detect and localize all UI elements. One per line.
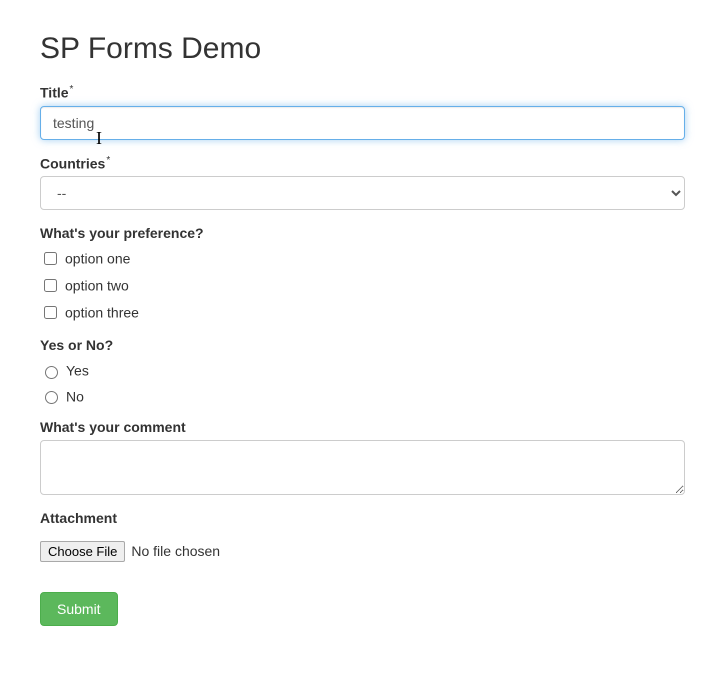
- preference-option-two-label: option two: [65, 278, 129, 294]
- title-label: Title*: [40, 84, 685, 101]
- form-container: SP Forms Demo Title* I Countries* -- Wha…: [0, 0, 725, 646]
- preference-checkbox-three[interactable]: [44, 306, 57, 319]
- file-status-text: No file chosen: [131, 543, 220, 559]
- preference-option-three[interactable]: option three: [40, 303, 685, 322]
- title-input[interactable]: [40, 106, 685, 140]
- preference-checkbox-two[interactable]: [44, 279, 57, 292]
- yesno-label: Yes or No?: [40, 337, 685, 353]
- yesno-radio-yes[interactable]: [45, 366, 58, 379]
- countries-select[interactable]: --: [40, 176, 685, 210]
- preference-option-one-label: option one: [65, 251, 130, 267]
- yesno-no-label: No: [66, 388, 84, 404]
- submit-button[interactable]: Submit: [40, 592, 118, 626]
- file-input[interactable]: Choose File No file chosen: [40, 541, 220, 562]
- title-label-text: Title: [40, 85, 69, 101]
- attachment-group: Attachment Choose File No file chosen: [40, 510, 685, 562]
- yesno-group: Yes or No? Yes No: [40, 337, 685, 404]
- countries-group: Countries* --: [40, 155, 685, 211]
- yesno-option-no[interactable]: No: [40, 387, 685, 404]
- preference-option-three-label: option three: [65, 305, 139, 321]
- yesno-option-yes[interactable]: Yes: [40, 361, 685, 378]
- comment-group: What's your comment: [40, 419, 685, 495]
- yesno-yes-label: Yes: [66, 363, 89, 379]
- comment-label: What's your comment: [40, 419, 685, 435]
- required-asterisk: *: [70, 84, 74, 95]
- preference-checkbox-one[interactable]: [44, 252, 57, 265]
- required-asterisk: *: [106, 155, 110, 166]
- comment-textarea[interactable]: [40, 440, 685, 495]
- preference-group: What's your preference? option one optio…: [40, 225, 685, 322]
- title-input-wrap: I: [40, 106, 685, 140]
- yesno-radio-no[interactable]: [45, 391, 58, 404]
- countries-label: Countries*: [40, 155, 685, 172]
- preference-option-two[interactable]: option two: [40, 276, 685, 295]
- countries-label-text: Countries: [40, 155, 105, 171]
- preference-label: What's your preference?: [40, 225, 685, 241]
- attachment-label: Attachment: [40, 510, 685, 526]
- preference-option-one[interactable]: option one: [40, 249, 685, 268]
- title-group: Title* I: [40, 84, 685, 140]
- page-title: SP Forms Demo: [40, 32, 685, 66]
- choose-file-button[interactable]: Choose File: [40, 541, 125, 562]
